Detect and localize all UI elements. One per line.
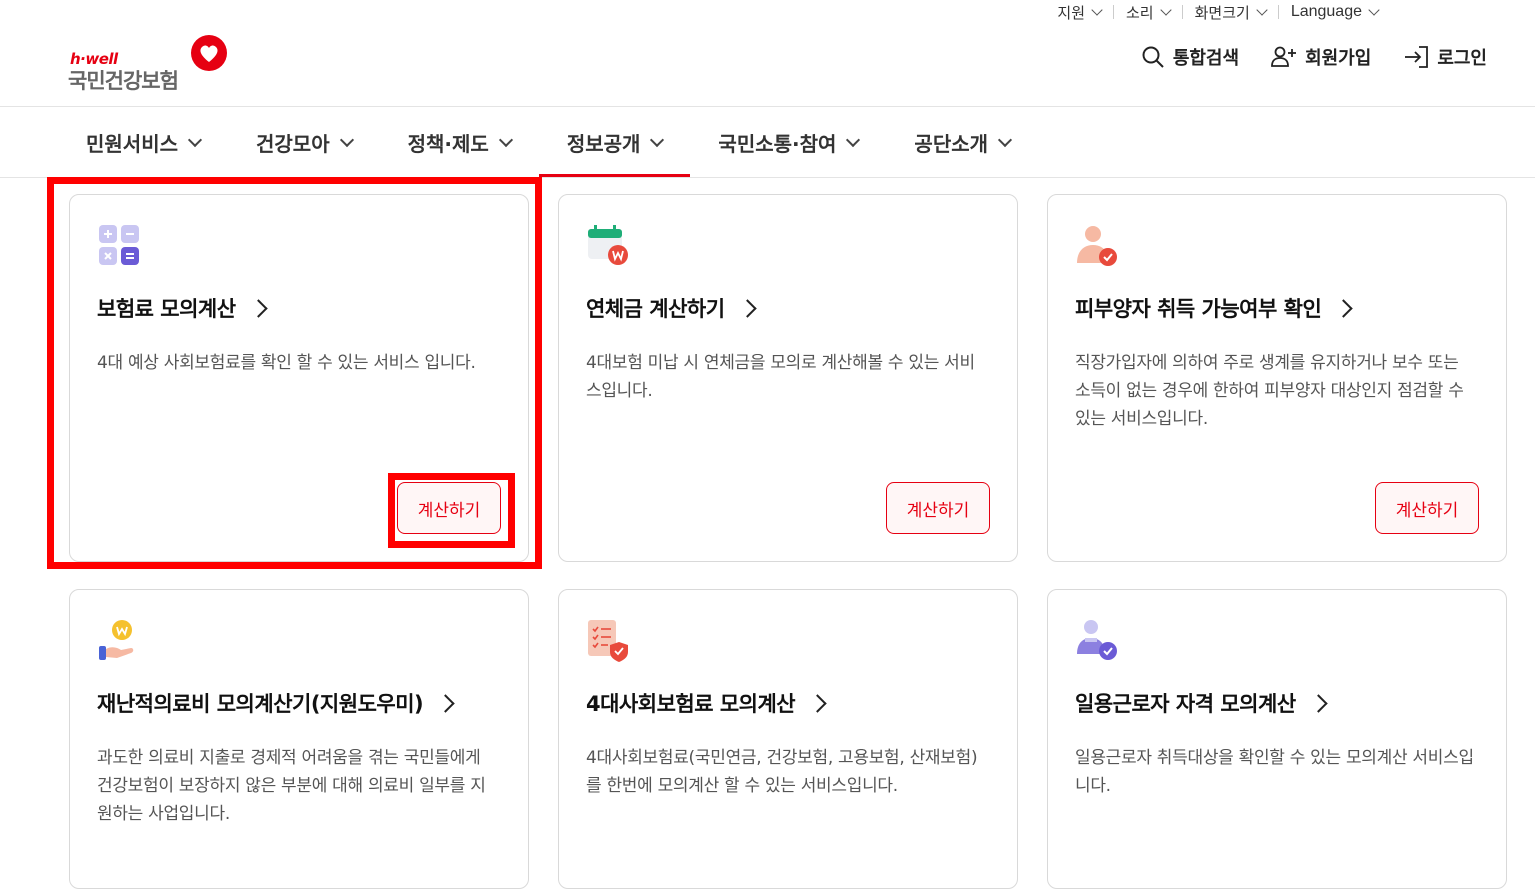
heart-logo-icon	[191, 35, 227, 71]
chevron-down-icon	[846, 132, 861, 147]
screen-size-menu[interactable]: 화면크기	[1183, 2, 1278, 23]
card-title-link[interactable]: 연체금 계산하기	[586, 293, 757, 323]
card-four-insurance-calc: 4대사회보험료 모의계산 4대사회보험료(국민연금, 건강보험, 고용보험, 산…	[558, 589, 1018, 889]
chevron-right-icon	[1308, 693, 1328, 713]
card-dependent-check: 피부양자 취득 가능여부 확인 직장가입자에 의하여 주로 생계를 유지하거나 …	[1047, 194, 1507, 562]
signup-button[interactable]: 회원가입	[1271, 44, 1371, 70]
calculate-button[interactable]: 계산하기	[886, 482, 990, 534]
search-icon	[1142, 46, 1164, 68]
card-title-link[interactable]: 재난적의료비 모의계산기(지원도우미)	[97, 688, 455, 718]
chevron-right-icon	[808, 693, 827, 713]
card-title-link[interactable]: 피부양자 취득 가능여부 확인	[1075, 293, 1353, 323]
chevron-down-icon	[1256, 4, 1268, 16]
nav-item-disclosure[interactable]: 정보공개	[538, 107, 691, 177]
language-menu[interactable]: Language	[1279, 3, 1390, 21]
chevron-down-icon	[339, 132, 354, 147]
card-description: 4대보험 미납 시 연체금을 모의로 계산해볼 수 있는 서비스입니다.	[586, 353, 975, 401]
hand-coin-icon	[99, 620, 134, 660]
chevron-right-icon	[436, 693, 455, 713]
nav-item-communication[interactable]: 국민소통·참여	[690, 107, 886, 177]
card-description: 과도한 의료비 지출로 경제적 어려움을 겪는 국민들에게 건강보험이 보장하지…	[97, 748, 486, 824]
login-icon	[1405, 46, 1429, 68]
login-button[interactable]: 로그인	[1403, 44, 1487, 70]
support-menu[interactable]: 지원	[1045, 2, 1113, 23]
user-plus-icon	[1271, 46, 1297, 67]
search-button[interactable]: 통합검색	[1141, 44, 1239, 70]
logo-org: 국민건강보험	[68, 69, 179, 93]
chevron-right-icon	[737, 298, 757, 318]
chevron-down-icon	[1091, 4, 1103, 16]
chevron-down-icon	[650, 132, 665, 147]
checklist-shield-icon	[588, 620, 628, 662]
nav-item-policy[interactable]: 정책·제도	[380, 107, 539, 177]
card-description: 일용근로자 취득대상을 확인할 수 있는 모의계산 서비스입니다.	[1075, 748, 1474, 796]
chevron-down-icon	[1159, 4, 1172, 16]
nav-item-about[interactable]: 공단소개	[886, 107, 1038, 177]
card-daily-worker-calc: 일용근로자 자격 모의계산 일용근로자 취득대상을 확인할 수 있는 모의계산 …	[1047, 589, 1507, 889]
chevron-down-icon	[1368, 4, 1380, 16]
chevron-down-icon	[498, 132, 513, 147]
header-actions: 통합검색 회원가입 로그인	[1141, 44, 1487, 70]
card-catastrophic-medical: 재난적의료비 모의계산기(지원도우미) 과도한 의료비 지출로 경제적 어려움을…	[69, 589, 529, 889]
card-description: 직장가입자에 의하여 주로 생계를 유지하거나 보수 또는 소득이 없는 경우에…	[1075, 353, 1464, 429]
calculate-button[interactable]: 계산하기	[1375, 482, 1479, 534]
nav-item-civil-service[interactable]: 민원서비스	[58, 107, 228, 177]
highlight-box-button	[388, 473, 515, 548]
person-check-icon	[1077, 226, 1117, 266]
card-title-link[interactable]: 4대사회보험료 모의계산	[586, 688, 827, 718]
site-logo[interactable]: h·well 국민건강보험	[68, 34, 233, 93]
nav-item-health[interactable]: 건강모아	[228, 107, 380, 177]
utility-bar: 지원 소리 화면크기 Language	[1045, 0, 1390, 24]
main-nav: 민원서비스 건강모아 정책·제도 정보공개 국민소통·참여 공단소개	[58, 107, 1038, 177]
chevron-right-icon	[1334, 298, 1353, 318]
chevron-down-icon	[187, 132, 203, 147]
sound-menu[interactable]: 소리	[1114, 2, 1182, 23]
worker-check-icon	[1077, 620, 1117, 660]
chevron-down-icon	[997, 132, 1013, 147]
card-description: 4대사회보험료(국민연금, 건강보험, 고용보험, 산재보험)를 한번에 모의계…	[586, 748, 978, 796]
card-late-fee-calc: 연체금 계산하기 4대보험 미납 시 연체금을 모의로 계산해볼 수 있는 서비…	[558, 194, 1018, 562]
card-title-link[interactable]: 일용근로자 자격 모의계산	[1075, 688, 1328, 718]
calendar-won-icon	[588, 225, 628, 265]
